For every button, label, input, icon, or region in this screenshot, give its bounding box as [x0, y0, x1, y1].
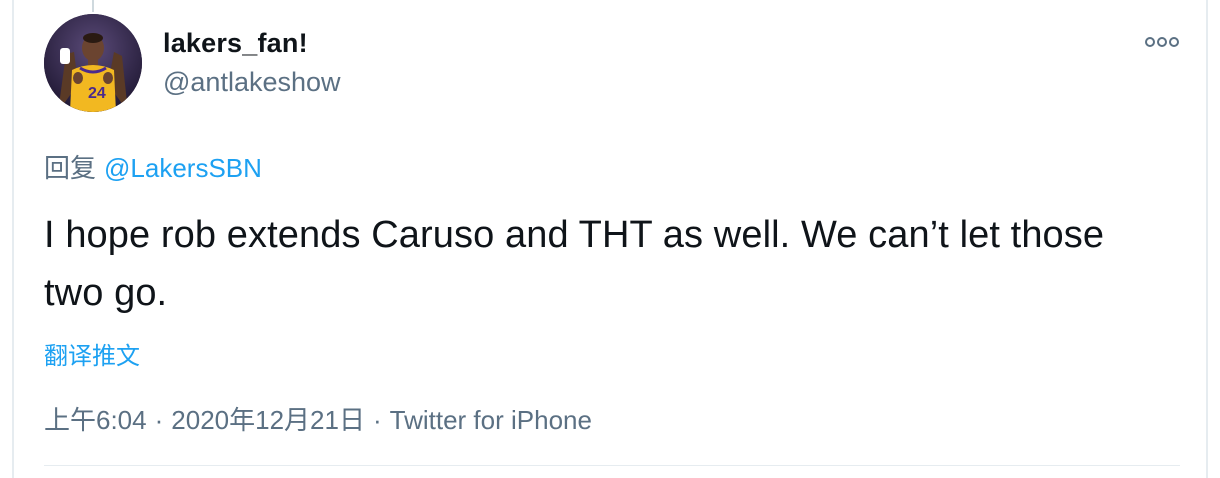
divider [44, 465, 1180, 466]
card-right-border [1206, 0, 1208, 478]
user-handle[interactable]: @antlakeshow [163, 67, 341, 98]
thread-connector-line [92, 0, 94, 12]
meta-separator: · [372, 405, 382, 435]
more-options-button[interactable] [1140, 30, 1184, 54]
svg-text:24: 24 [88, 85, 106, 102]
avatar[interactable]: 24 [44, 14, 142, 112]
tweet-metadata: 上午6:04 · 2020年12月21日 · Twitter for iPhone [44, 400, 592, 437]
translate-tweet-link[interactable]: 翻译推文 [44, 336, 140, 371]
reply-mention-link[interactable]: @LakersSBN [104, 153, 262, 183]
tweet-source-link[interactable]: Twitter for iPhone [390, 405, 592, 435]
reply-context: 回复 @LakersSBN [44, 148, 262, 185]
avatar-image: 24 [44, 14, 142, 112]
more-options-icon [1145, 37, 1179, 47]
tweet-time[interactable]: 上午6:04 [44, 405, 147, 435]
meta-separator: · [154, 405, 164, 435]
card-left-border [12, 0, 14, 478]
reply-prefix: 回复 [44, 153, 97, 183]
display-name[interactable]: lakers_fan! [163, 28, 308, 59]
tweet-date[interactable]: 2020年12月21日 [171, 405, 365, 435]
tweet-text: I hope rob extends Caruso and THT as wel… [44, 214, 1105, 314]
